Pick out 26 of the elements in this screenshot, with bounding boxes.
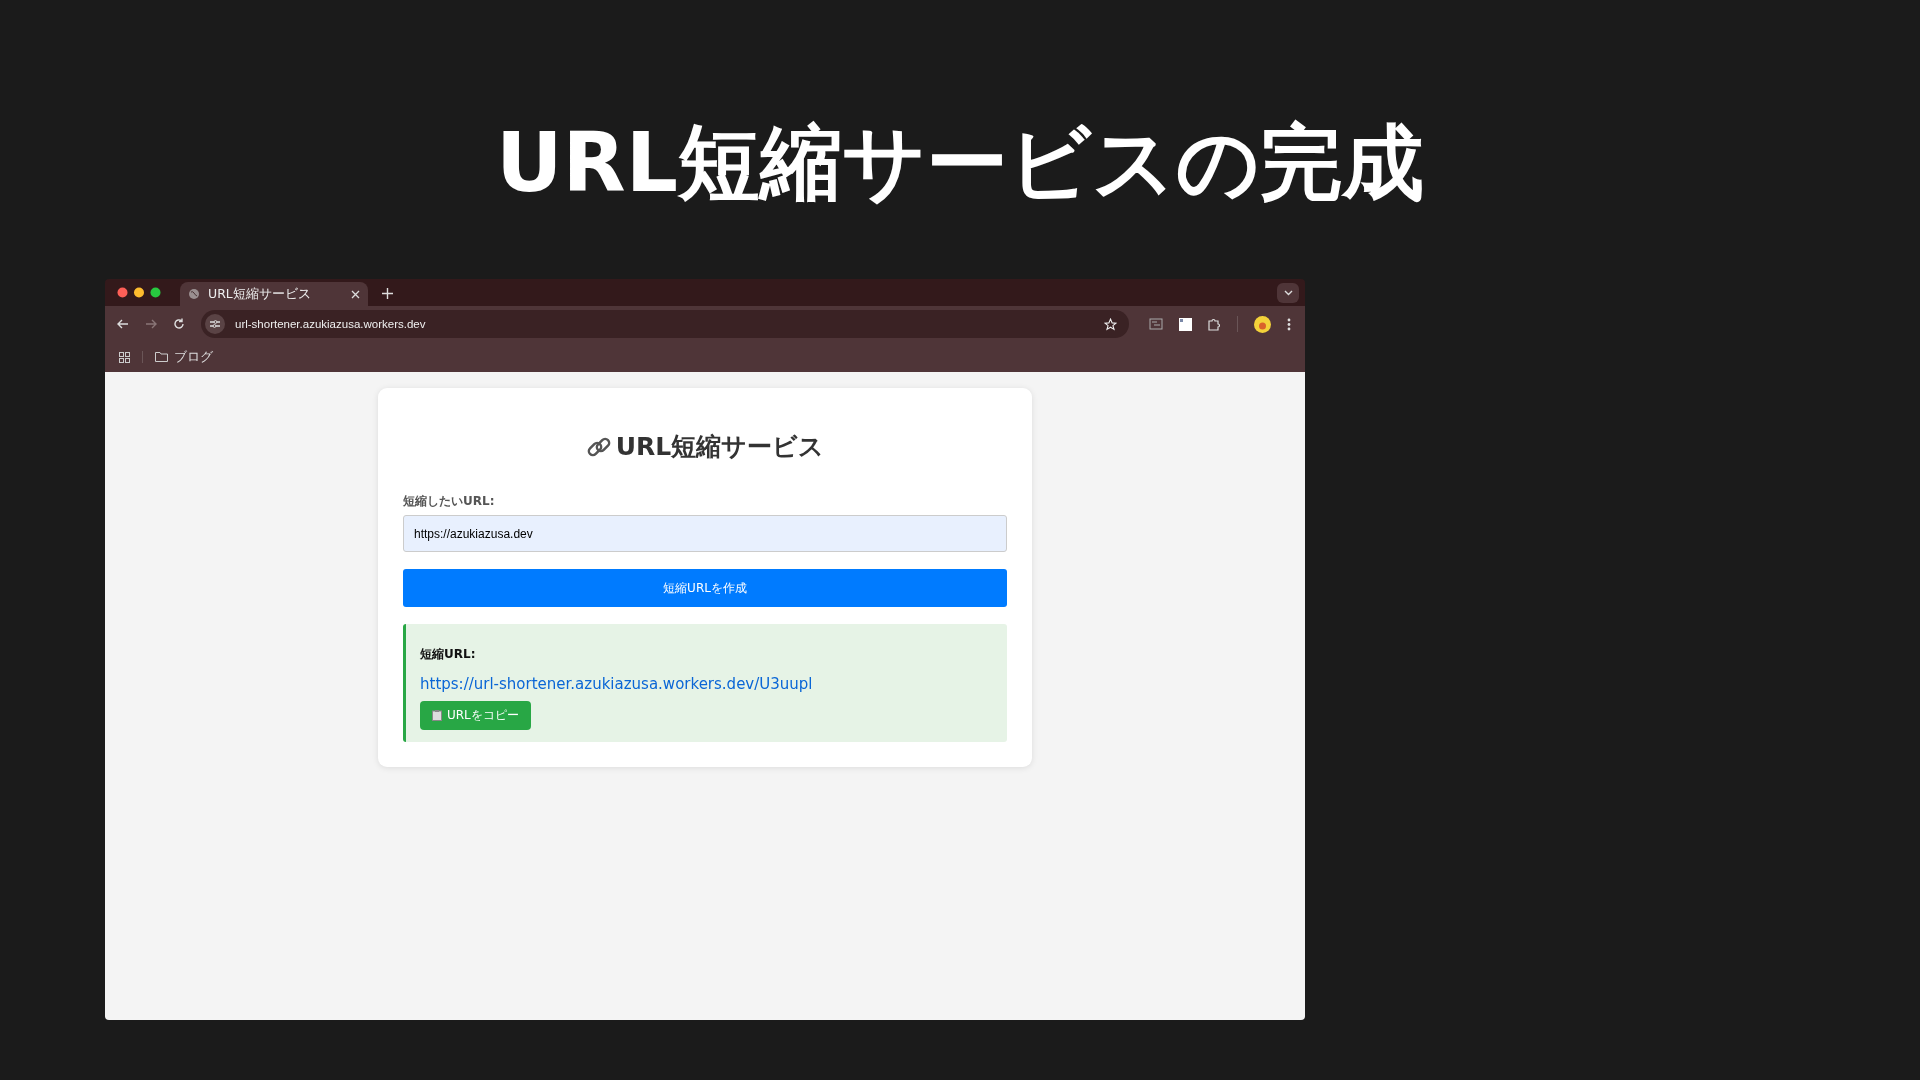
- browser-tab[interactable]: URL短縮サービス: [180, 282, 368, 306]
- puzzle-icon[interactable]: [1208, 317, 1221, 331]
- create-short-url-button[interactable]: 短縮URLを作成: [403, 569, 1007, 607]
- tab-search-button[interactable]: [1277, 283, 1299, 303]
- bookmark-item[interactable]: ブログ: [155, 348, 213, 366]
- star-icon[interactable]: [1104, 317, 1117, 331]
- back-icon[interactable]: [117, 318, 129, 330]
- slide-title: URL短縮サービスの完成: [495, 114, 1425, 212]
- clipboard-icon: [432, 710, 442, 721]
- reload-icon[interactable]: [173, 318, 185, 330]
- result-label: 短縮URL:: [420, 646, 477, 663]
- chevron-down-icon: [1283, 290, 1293, 296]
- window-controls-icon[interactable]: [117, 287, 161, 298]
- forward-icon[interactable]: [145, 318, 157, 330]
- page-title: URL短縮サービス: [615, 431, 825, 463]
- more-menu-icon[interactable]: [1287, 317, 1291, 331]
- new-tab-icon[interactable]: [382, 288, 393, 299]
- address-bar[interactable]: url-shortener.azukiazusa.workers.dev: [201, 310, 1129, 338]
- folder-icon: [155, 352, 168, 362]
- close-icon[interactable]: [351, 289, 360, 299]
- apps-grid-icon[interactable]: [119, 351, 130, 363]
- avatar-icon[interactable]: [1254, 315, 1271, 333]
- url-input-field[interactable]: https://azukiazusa.dev: [403, 515, 1007, 552]
- field-label: 短縮したいURL:: [403, 493, 496, 510]
- short-url-link[interactable]: https://url-shortener.azukiazusa.workers.dev/U3uupl: [420, 675, 993, 693]
- site-settings-icon[interactable]: [205, 314, 225, 334]
